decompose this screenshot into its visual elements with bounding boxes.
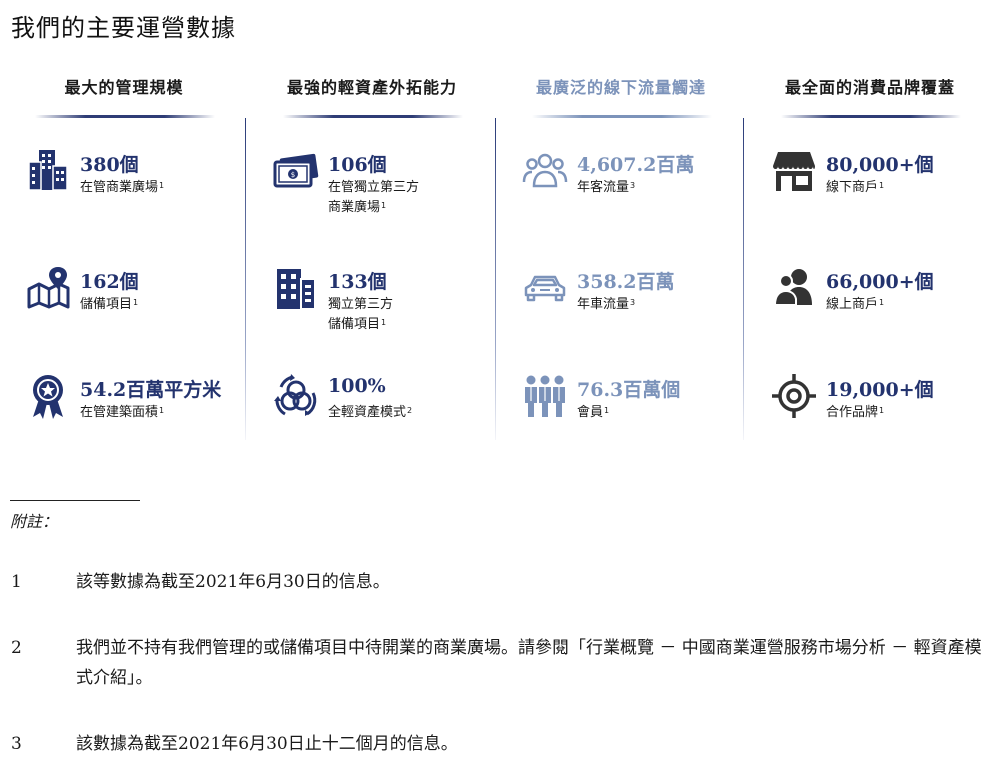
note-number: 3 <box>11 734 22 754</box>
metric-description: 合作品牌1 <box>826 405 885 420</box>
metric-description: 儲備項目1 <box>80 297 139 312</box>
metric-value: 54.2百萬平方米 <box>80 379 222 401</box>
metric-third-party-reserve: 133個 獨立第三方 儲備項目1 <box>248 265 496 345</box>
metric-description: 線上商戶1 <box>826 297 885 312</box>
column-brand-coverage: 最全面的消費品牌覆蓋 80,000+個 線下商戶1 66,000+個 線上商戶1 <box>746 60 994 440</box>
metric-value: 19,000+個 <box>826 379 934 401</box>
column-heading: 最大的管理規模 <box>64 78 184 97</box>
members-icon <box>522 373 568 419</box>
column-asset-light: 最強的輕資產外拓能力 $ 106個 在管獨立第三方 商業廣場1 133個 獨立第… <box>248 60 496 440</box>
metric-asset-light-model: 100% 全輕資產模式2 <box>248 373 496 453</box>
column-divider <box>743 118 744 440</box>
metric-value: 133個 <box>328 271 387 293</box>
office-building-icon <box>273 265 319 311</box>
column-offline-traffic: 最廣泛的線下流量觸達 4,607.2百萬 年客流量3 358.2百萬 年車流量3… <box>497 60 745 440</box>
metric-description: 在管獨立第三方 商業廣場1 <box>328 180 420 215</box>
metric-description: 在管建築面積1 <box>80 405 165 420</box>
metric-value: 106個 <box>328 154 387 176</box>
metric-value: 76.3百萬個 <box>577 379 681 401</box>
metric-description: 在管商業廣場1 <box>80 180 165 195</box>
money-icon: $ <box>273 148 319 194</box>
car-icon <box>522 265 568 311</box>
note-text: 該等數據為截至2021年6月30日的信息。 <box>76 572 390 592</box>
map-pin-icon <box>25 265 71 311</box>
note-number: 2 <box>11 638 22 658</box>
metric-gfa-managed: 54.2百萬平方米 在管建築面積1 <box>0 373 248 453</box>
metric-value: 100% <box>328 375 386 397</box>
notes-label: 附註： <box>10 512 59 531</box>
metric-online-merchants: 66,000+個 線上商戶1 <box>746 265 994 345</box>
metric-description: 全輕資產模式2 <box>328 405 413 420</box>
metric-value: 162個 <box>80 271 139 293</box>
column-divider <box>495 118 496 440</box>
users-icon <box>771 265 817 311</box>
cycle-arrows-icon <box>273 373 319 419</box>
column-heading: 最強的輕資產外拓能力 <box>286 78 457 97</box>
metric-value: 358.2百萬 <box>577 271 675 293</box>
metric-partner-brands: 19,000+個 合作品牌1 <box>746 373 994 453</box>
heading-underline <box>532 115 712 118</box>
metric-third-party-malls: $ 106個 在管獨立第三方 商業廣場1 <box>248 148 496 228</box>
metric-reserve-projects: 162個 儲備項目1 <box>0 265 248 345</box>
metric-description: 年客流量3 <box>577 180 636 195</box>
metric-offline-merchants: 80,000+個 線下商戶1 <box>746 148 994 228</box>
buildings-icon <box>25 148 71 194</box>
note-text: 我們並不持有我們管理的或儲備項目中待開業的商業廣場。請參閱「行業概覽 － 中國商… <box>76 638 982 688</box>
metric-value: 66,000+個 <box>826 271 934 293</box>
metric-value: 380個 <box>80 154 139 176</box>
award-ribbon-icon <box>25 373 71 419</box>
metric-malls-managed: 380個 在管商業廣場1 <box>0 148 248 228</box>
column-heading: 最廣泛的線下流量觸達 <box>535 78 706 97</box>
metric-members: 76.3百萬個 會員1 <box>497 373 745 453</box>
heading-underline <box>35 115 215 118</box>
note-text: 該數據為截至2021年6月30日止十二個月的信息。 <box>76 734 458 754</box>
metric-description: 線下商戶1 <box>826 180 885 195</box>
metric-description: 年車流量3 <box>577 297 636 312</box>
page-title: 我們的主要運營數據 <box>11 14 236 42</box>
metric-annual-vehicles: 358.2百萬 年車流量3 <box>497 265 745 345</box>
metric-description: 獨立第三方 儲備項目1 <box>328 297 394 332</box>
storefront-icon <box>771 148 817 194</box>
svg-text:$: $ <box>291 171 295 179</box>
people-group-icon <box>522 148 568 194</box>
column-heading: 最全面的消費品牌覆蓋 <box>784 78 955 97</box>
heading-underline <box>781 115 961 118</box>
note-number: 1 <box>11 572 22 592</box>
heading-underline <box>283 115 463 118</box>
metric-value: 80,000+個 <box>826 154 934 176</box>
target-icon <box>771 373 817 419</box>
column-management-scale: 最大的管理規模 380個 在管商業廣場1 162個 儲備項目1 54.2百萬平方… <box>0 60 248 440</box>
metric-annual-visitors: 4,607.2百萬 年客流量3 <box>497 148 745 228</box>
metric-description: 會員1 <box>577 405 610 420</box>
notes-divider <box>10 500 140 501</box>
column-divider <box>245 118 246 440</box>
metric-value: 4,607.2百萬 <box>577 154 695 176</box>
